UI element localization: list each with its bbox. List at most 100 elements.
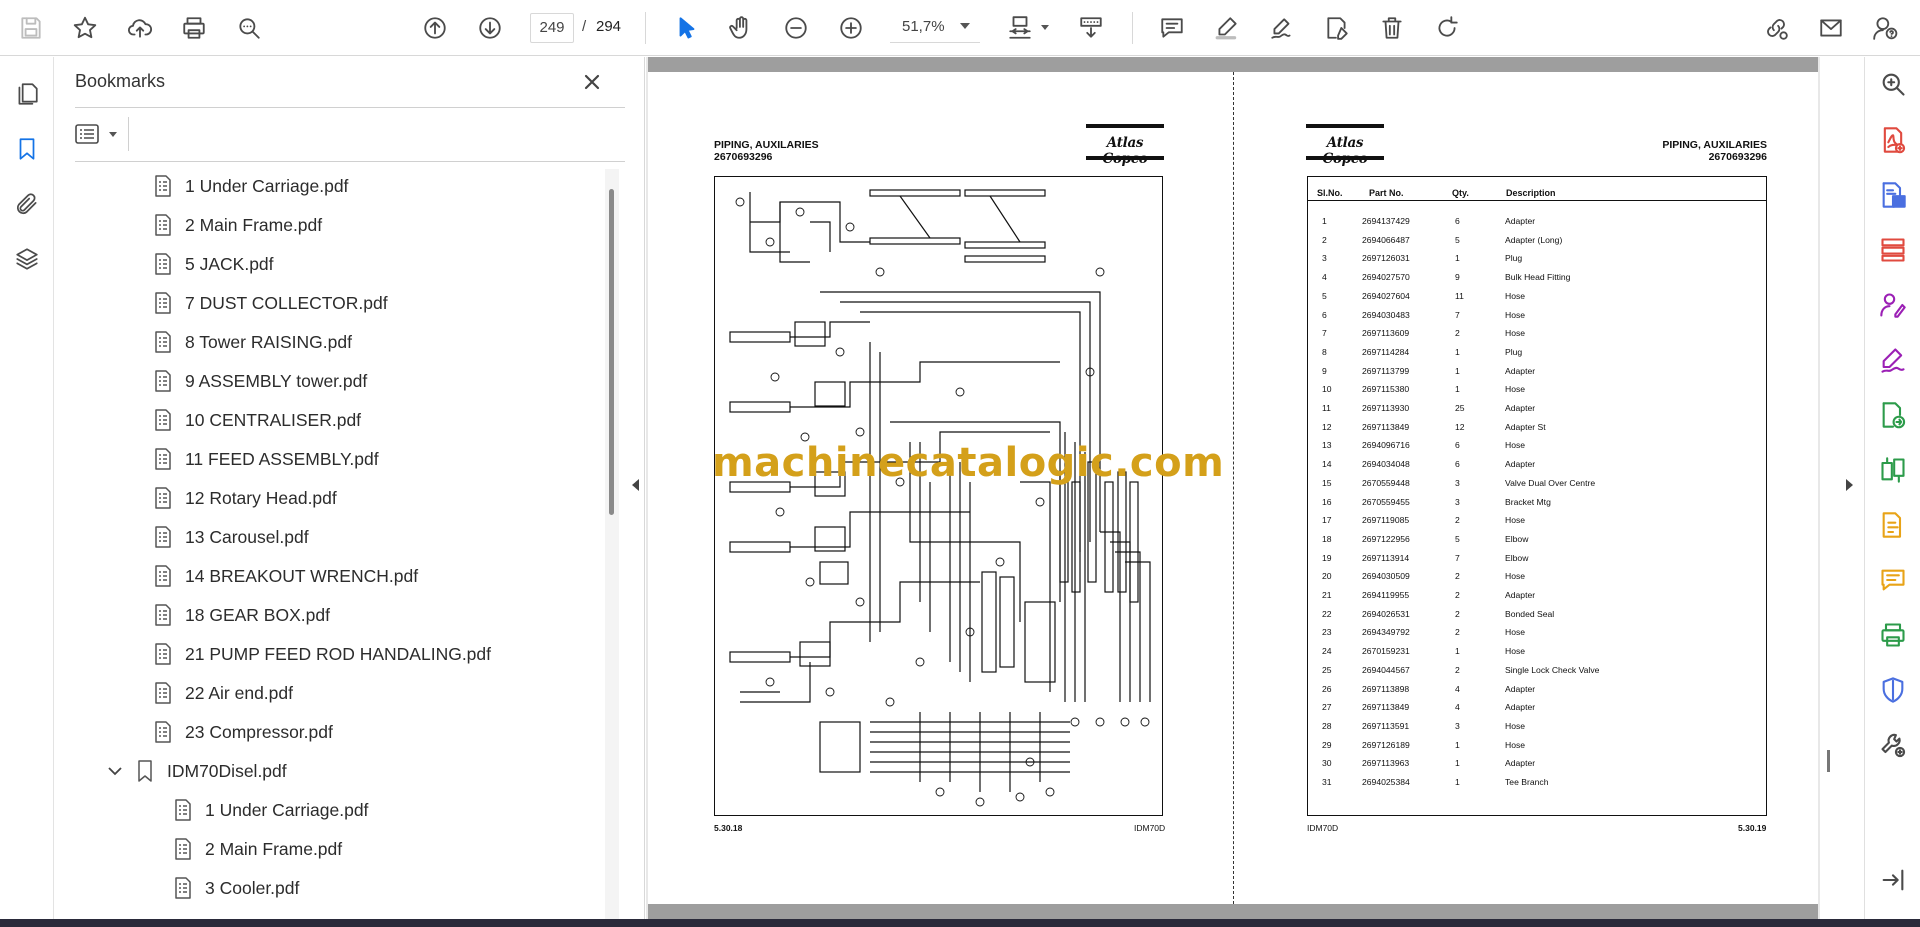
hand-tool-icon[interactable] xyxy=(724,11,758,45)
page-number-input[interactable]: 249 xyxy=(530,13,574,43)
bookmark-item[interactable]: 10 CENTRALISER.pdf xyxy=(151,401,361,439)
upload-cloud-icon[interactable] xyxy=(123,11,157,45)
delete-icon[interactable] xyxy=(1375,11,1409,45)
row-description: Adapter xyxy=(1505,702,1536,713)
expand-panel-icon[interactable] xyxy=(1876,863,1910,897)
send-file-icon[interactable] xyxy=(1876,398,1910,432)
bookmark-item[interactable]: 22 Air end.pdf xyxy=(151,674,293,712)
row-qty: 2 xyxy=(1455,515,1460,526)
bookmarks-icon[interactable] xyxy=(10,132,44,166)
bookmark-item[interactable]: 5 JACK.pdf xyxy=(151,245,274,283)
row-part-no: 2697115380 xyxy=(1362,384,1410,395)
bookmark-item[interactable]: 1 Under Carriage.pdf xyxy=(171,791,368,829)
chevron-left-icon xyxy=(632,479,639,491)
row-description: Adapter xyxy=(1505,365,1536,376)
bookmark-label: 21 PUMP FEED ROD HANDALING.pdf xyxy=(185,643,492,664)
organize-pages-icon[interactable] xyxy=(1876,233,1910,267)
bookmark-label: 23 Compressor.pdf xyxy=(185,721,333,742)
compare-files-icon[interactable] xyxy=(1876,453,1910,487)
bookmark-item[interactable]: 23 Compressor.pdf xyxy=(151,713,333,751)
close-panel-button[interactable] xyxy=(577,67,607,97)
highlight-pen-icon[interactable] xyxy=(1210,11,1244,45)
attachment-icon[interactable] xyxy=(10,187,44,221)
collapse-right-panel-button[interactable] xyxy=(1845,478,1859,498)
toolbar-separator xyxy=(645,12,646,44)
create-pdf-icon[interactable] xyxy=(1876,123,1910,157)
row-part-no: 2694025384 xyxy=(1362,777,1410,787)
bookmark-item[interactable]: 21 PUMP FEED ROD HANDALING.pdf xyxy=(151,635,491,673)
document-scrollbar-thumb[interactable] xyxy=(1827,750,1830,772)
page-fit-icon[interactable] xyxy=(1003,11,1037,45)
zoom-search-icon[interactable] xyxy=(1876,67,1910,101)
left-page-footer-number: 5.30.18 xyxy=(714,823,743,833)
print-production-icon[interactable] xyxy=(1876,618,1910,652)
bookmark-group[interactable]: IDM70Disel.pdf xyxy=(108,752,287,790)
row-qty: 3 xyxy=(1455,496,1460,507)
share-link-icon[interactable] xyxy=(1759,11,1793,45)
previous-page-icon[interactable] xyxy=(418,11,452,45)
bookmark-options-button[interactable] xyxy=(75,119,125,149)
row-sl-no: 24 xyxy=(1322,646,1332,657)
chevron-down-icon[interactable] xyxy=(1041,25,1049,30)
save-icon[interactable] xyxy=(14,11,48,45)
rotate-icon[interactable] xyxy=(1430,11,1464,45)
bookmark-item[interactable]: 2 Main Frame.pdf xyxy=(171,830,342,868)
row-description: Adapter xyxy=(1505,216,1536,226)
zoom-in-icon[interactable] xyxy=(834,11,868,45)
bookmark-item[interactable]: 13 Carousel.pdf xyxy=(151,518,309,556)
select-cursor-icon[interactable] xyxy=(670,11,704,45)
print-icon[interactable] xyxy=(177,11,211,45)
protect-shield-icon[interactable] xyxy=(1876,673,1910,707)
export-pdf-icon[interactable] xyxy=(1876,178,1910,212)
more-tools-icon[interactable] xyxy=(1876,728,1910,762)
edit-text-icon[interactable] xyxy=(1320,11,1354,45)
fill-sign-icon[interactable] xyxy=(1876,343,1910,377)
document-bookmark-icon xyxy=(151,602,175,628)
find-zoom-icon[interactable] xyxy=(232,11,266,45)
request-signature-icon[interactable] xyxy=(1876,288,1910,322)
zoom-out-icon[interactable] xyxy=(779,11,813,45)
row-sl-no: 10 xyxy=(1322,384,1332,395)
bookmark-item[interactable]: 1 Under Carriage.pdf xyxy=(151,167,348,205)
chevron-right-icon xyxy=(1846,479,1853,491)
row-sl-no: 19 xyxy=(1322,552,1332,563)
comment-icon[interactable] xyxy=(1155,11,1189,45)
draw-signature-icon[interactable] xyxy=(1265,11,1299,45)
edit-pdf-icon[interactable] xyxy=(1876,508,1910,542)
user-help-icon[interactable] xyxy=(1868,11,1902,45)
document-bookmark-icon xyxy=(151,446,175,472)
comment-tool-icon[interactable] xyxy=(1876,563,1910,597)
row-part-no: 2697126031 xyxy=(1362,253,1410,264)
row-description: Adapter xyxy=(1505,758,1536,769)
bookmark-item[interactable]: 9 ASSEMBLY tower.pdf xyxy=(151,362,367,400)
layers-icon[interactable] xyxy=(10,242,44,276)
bookmark-item[interactable]: 14 BREAKOUT WRENCH.pdf xyxy=(151,557,418,595)
bookmark-scrollbar-thumb[interactable] xyxy=(609,189,614,515)
row-description: Adapter xyxy=(1505,403,1536,413)
row-part-no: 2694066487 xyxy=(1362,234,1410,245)
collapse-left-panel-button[interactable] xyxy=(630,478,644,498)
bookmark-item[interactable]: 2 Main Frame.pdf xyxy=(151,206,322,244)
col-header-part: Part No. xyxy=(1369,188,1404,198)
chevron-down-icon[interactable] xyxy=(105,761,125,781)
row-description: Hose xyxy=(1505,328,1526,339)
bookmark-item[interactable]: 12 Rotary Head.pdf xyxy=(151,479,337,517)
next-page-icon[interactable] xyxy=(473,11,507,45)
scroll-mode-icon[interactable] xyxy=(1074,11,1108,45)
bookmark-item[interactable]: 11 FEED ASSEMBLY.pdf xyxy=(151,440,379,478)
bookmark-item[interactable]: 18 GEAR BOX.pdf xyxy=(151,596,330,634)
row-sl-no: 22 xyxy=(1322,608,1332,619)
bookmark-label: 14 BREAKOUT WRENCH.pdf xyxy=(185,565,419,586)
row-sl-no: 25 xyxy=(1322,664,1332,675)
bookmark-item[interactable]: 3 Cooler.pdf xyxy=(171,869,299,907)
row-qty: 7 xyxy=(1455,309,1460,320)
row-description: Adapter xyxy=(1505,590,1536,600)
star-icon[interactable] xyxy=(68,11,102,45)
bookmark-item[interactable]: 7 DUST COLLECTOR.pdf xyxy=(151,284,388,322)
row-sl-no: 18 xyxy=(1322,533,1332,544)
chevron-down-icon[interactable] xyxy=(960,23,970,29)
page-thumbnails-icon[interactable] xyxy=(10,77,44,111)
bookmark-item[interactable]: 8 Tower RAISING.pdf xyxy=(151,323,352,361)
document-bookmark-icon xyxy=(151,329,175,355)
email-icon[interactable] xyxy=(1814,11,1848,45)
